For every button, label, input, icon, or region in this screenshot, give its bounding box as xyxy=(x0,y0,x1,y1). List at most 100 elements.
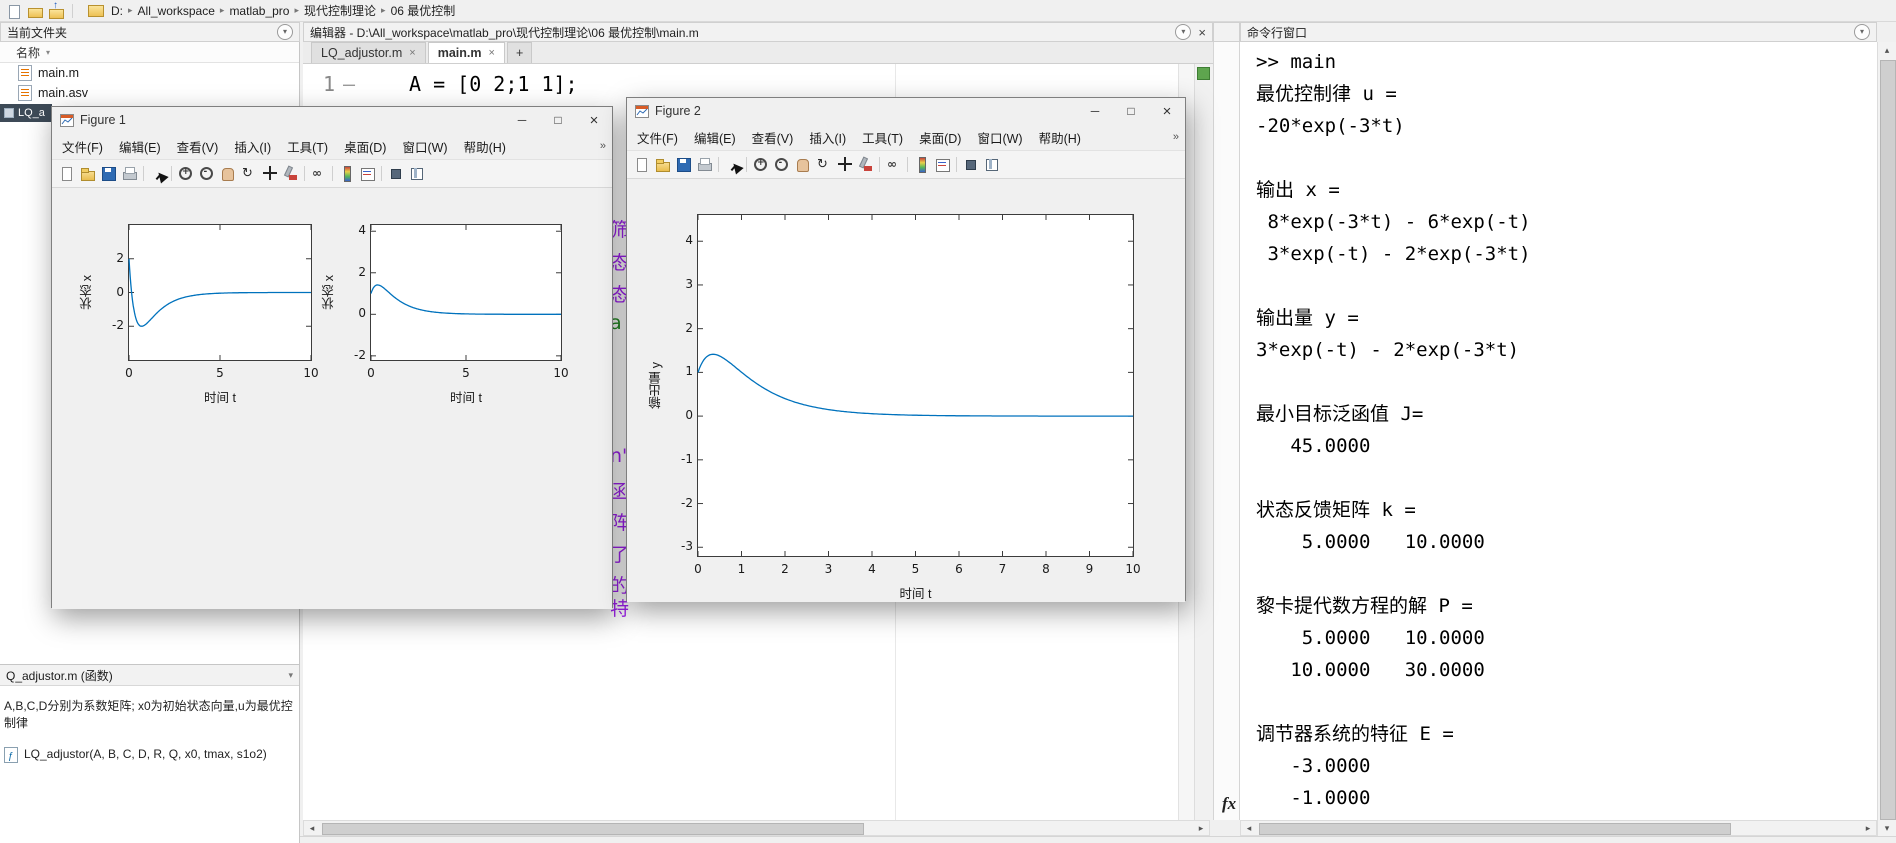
menu-item[interactable]: 文件(F) xyxy=(54,137,111,156)
scroll-left-icon[interactable]: ◂ xyxy=(304,821,320,835)
menu-item[interactable]: 窗口(W) xyxy=(394,137,455,156)
save-icon[interactable] xyxy=(675,156,692,173)
brush-icon[interactable] xyxy=(282,165,299,182)
save-icon[interactable] xyxy=(100,165,117,182)
command-horizontal-scrollbar[interactable]: ◂ ▸ xyxy=(1240,820,1877,836)
menu-item[interactable]: 工具(T) xyxy=(854,128,911,147)
menu-item[interactable]: 窗口(W) xyxy=(969,128,1030,147)
open-folder-icon[interactable] xyxy=(26,3,44,19)
new-icon[interactable] xyxy=(633,156,650,173)
pan-icon[interactable] xyxy=(219,165,236,182)
new-tab-button[interactable]: + xyxy=(506,42,533,63)
menu-item[interactable]: 桌面(D) xyxy=(336,137,394,156)
menu-item[interactable]: 编辑(E) xyxy=(111,137,169,156)
breadcrumb-item[interactable]: D: xyxy=(111,4,123,18)
cursor-icon[interactable] xyxy=(724,156,741,173)
menu-item[interactable]: 编辑(E) xyxy=(686,128,744,147)
code-analyzer-indicator[interactable] xyxy=(1197,67,1210,80)
print-icon[interactable] xyxy=(121,165,138,182)
show-tools-icon[interactable] xyxy=(983,156,1000,173)
breadcrumb[interactable]: D: ▸ All_workspace ▸ matlab_pro ▸ 现代控制理论 ▸ 06 最优… xyxy=(88,2,455,19)
scrollbar-thumb[interactable] xyxy=(322,823,864,835)
menu-item[interactable]: 帮助(H) xyxy=(1031,128,1089,147)
link-icon[interactable] xyxy=(310,165,327,182)
sort-dropdown-icon[interactable]: ▾ xyxy=(46,48,50,57)
folder-up-icon[interactable] xyxy=(47,0,65,19)
scrollbar-thumb[interactable] xyxy=(1259,823,1731,835)
tab-close-icon[interactable]: × xyxy=(489,47,495,59)
menu-item[interactable]: 帮助(H) xyxy=(456,137,514,156)
breadcrumb-item[interactable]: 现代控制理论 xyxy=(304,2,376,19)
hide-tools-icon[interactable] xyxy=(962,156,979,173)
tab-lq-adjustor[interactable]: LQ_adjustor.m × xyxy=(311,42,426,63)
name-column-header[interactable]: 名称 ▾ xyxy=(0,42,299,63)
scroll-left-icon[interactable]: ◂ xyxy=(1241,821,1257,835)
print-icon[interactable] xyxy=(696,156,713,173)
function-signature-row[interactable]: LQ_adjustor(A, B, C, D, R, Q, x0, tmax, … xyxy=(4,746,295,765)
zoom-out-icon[interactable] xyxy=(773,156,790,173)
scroll-right-icon[interactable]: ▸ xyxy=(1860,821,1876,835)
close-button[interactable]: × xyxy=(576,107,612,133)
brush-icon[interactable] xyxy=(857,156,874,173)
menu-item[interactable]: 插入(I) xyxy=(801,128,854,147)
zoom-in-icon[interactable] xyxy=(177,165,194,182)
scroll-down-icon[interactable]: ▾ xyxy=(1878,820,1896,836)
datatip-icon[interactable] xyxy=(261,165,278,182)
open-icon[interactable] xyxy=(654,156,671,173)
fx-button[interactable]: fx xyxy=(1222,794,1236,814)
close-pane-icon[interactable]: × xyxy=(1198,26,1206,39)
cursor-icon[interactable] xyxy=(149,165,166,182)
editor-horizontal-scrollbar[interactable]: ◂ ▸ xyxy=(303,820,1210,836)
fold-marker[interactable]: – xyxy=(343,72,355,96)
new-icon[interactable] xyxy=(58,165,75,182)
pan-icon[interactable] xyxy=(794,156,811,173)
menu-overflow-icon[interactable]: » xyxy=(594,140,612,152)
colorbar-icon[interactable] xyxy=(913,156,930,173)
hide-tools-icon[interactable] xyxy=(387,165,404,182)
maximize-button[interactable]: □ xyxy=(1113,98,1149,124)
breadcrumb-item[interactable]: All_workspace xyxy=(138,4,215,18)
datatip-icon[interactable] xyxy=(836,156,853,173)
maximize-button[interactable]: □ xyxy=(540,107,576,133)
new-document-icon[interactable] xyxy=(5,3,23,19)
scroll-right-icon[interactable]: ▸ xyxy=(1193,821,1209,835)
pane-actions-icon[interactable]: ▾ xyxy=(277,24,293,40)
command-window-pane[interactable]: >> main 最优控制律 u = -20*exp(-3*t) 输出 x = 8*e… xyxy=(1240,42,1877,820)
file-row[interactable]: main.m xyxy=(0,63,299,83)
scrollbar-thumb[interactable] xyxy=(1880,60,1896,820)
figure-titlebar[interactable]: Figure 1 ─ □ × xyxy=(52,107,612,133)
tab-close-icon[interactable]: × xyxy=(409,47,415,59)
show-tools-icon[interactable] xyxy=(408,165,425,182)
pane-actions-icon[interactable]: ▾ xyxy=(1854,24,1870,40)
open-icon[interactable] xyxy=(79,165,96,182)
close-button[interactable]: × xyxy=(1149,98,1185,124)
menu-overflow-icon[interactable]: » xyxy=(1167,131,1185,143)
minimize-button[interactable]: ─ xyxy=(504,107,540,133)
minimize-button[interactable]: ─ xyxy=(1077,98,1113,124)
tab-main[interactable]: main.m × xyxy=(427,42,505,63)
menu-item[interactable]: 文件(F) xyxy=(629,128,686,147)
zoom-out-icon[interactable] xyxy=(198,165,215,182)
menu-item[interactable]: 工具(T) xyxy=(279,137,336,156)
breadcrumb-item[interactable]: matlab_pro xyxy=(229,4,289,18)
link-icon[interactable] xyxy=(885,156,902,173)
command-vertical-scrollbar[interactable]: ▴ ▾ xyxy=(1877,42,1896,836)
rotate-icon[interactable] xyxy=(815,156,832,173)
file-row[interactable]: main.asv xyxy=(0,83,299,103)
legend-icon[interactable] xyxy=(359,165,376,182)
details-header[interactable]: Q_adjustor.m (函数) ▾ xyxy=(0,665,299,686)
colorbar-icon[interactable] xyxy=(338,165,355,182)
background-window-tab[interactable]: LQ_a xyxy=(0,104,52,122)
menu-item[interactable]: 查看(V) xyxy=(744,128,802,147)
menu-item[interactable]: 查看(V) xyxy=(169,137,227,156)
breadcrumb-item[interactable]: 06 最优控制 xyxy=(391,2,456,19)
menu-item[interactable]: 插入(I) xyxy=(226,137,279,156)
menu-item[interactable]: 桌面(D) xyxy=(911,128,969,147)
legend-icon[interactable] xyxy=(934,156,951,173)
pane-actions-icon[interactable]: ▾ xyxy=(1175,24,1192,40)
rotate-icon[interactable] xyxy=(240,165,257,182)
scroll-up-icon[interactable]: ▴ xyxy=(1878,42,1896,58)
zoom-in-icon[interactable] xyxy=(752,156,769,173)
figure-titlebar[interactable]: Figure 2 ─ □ × xyxy=(627,98,1185,124)
details-dropdown-icon[interactable]: ▾ xyxy=(288,670,293,681)
